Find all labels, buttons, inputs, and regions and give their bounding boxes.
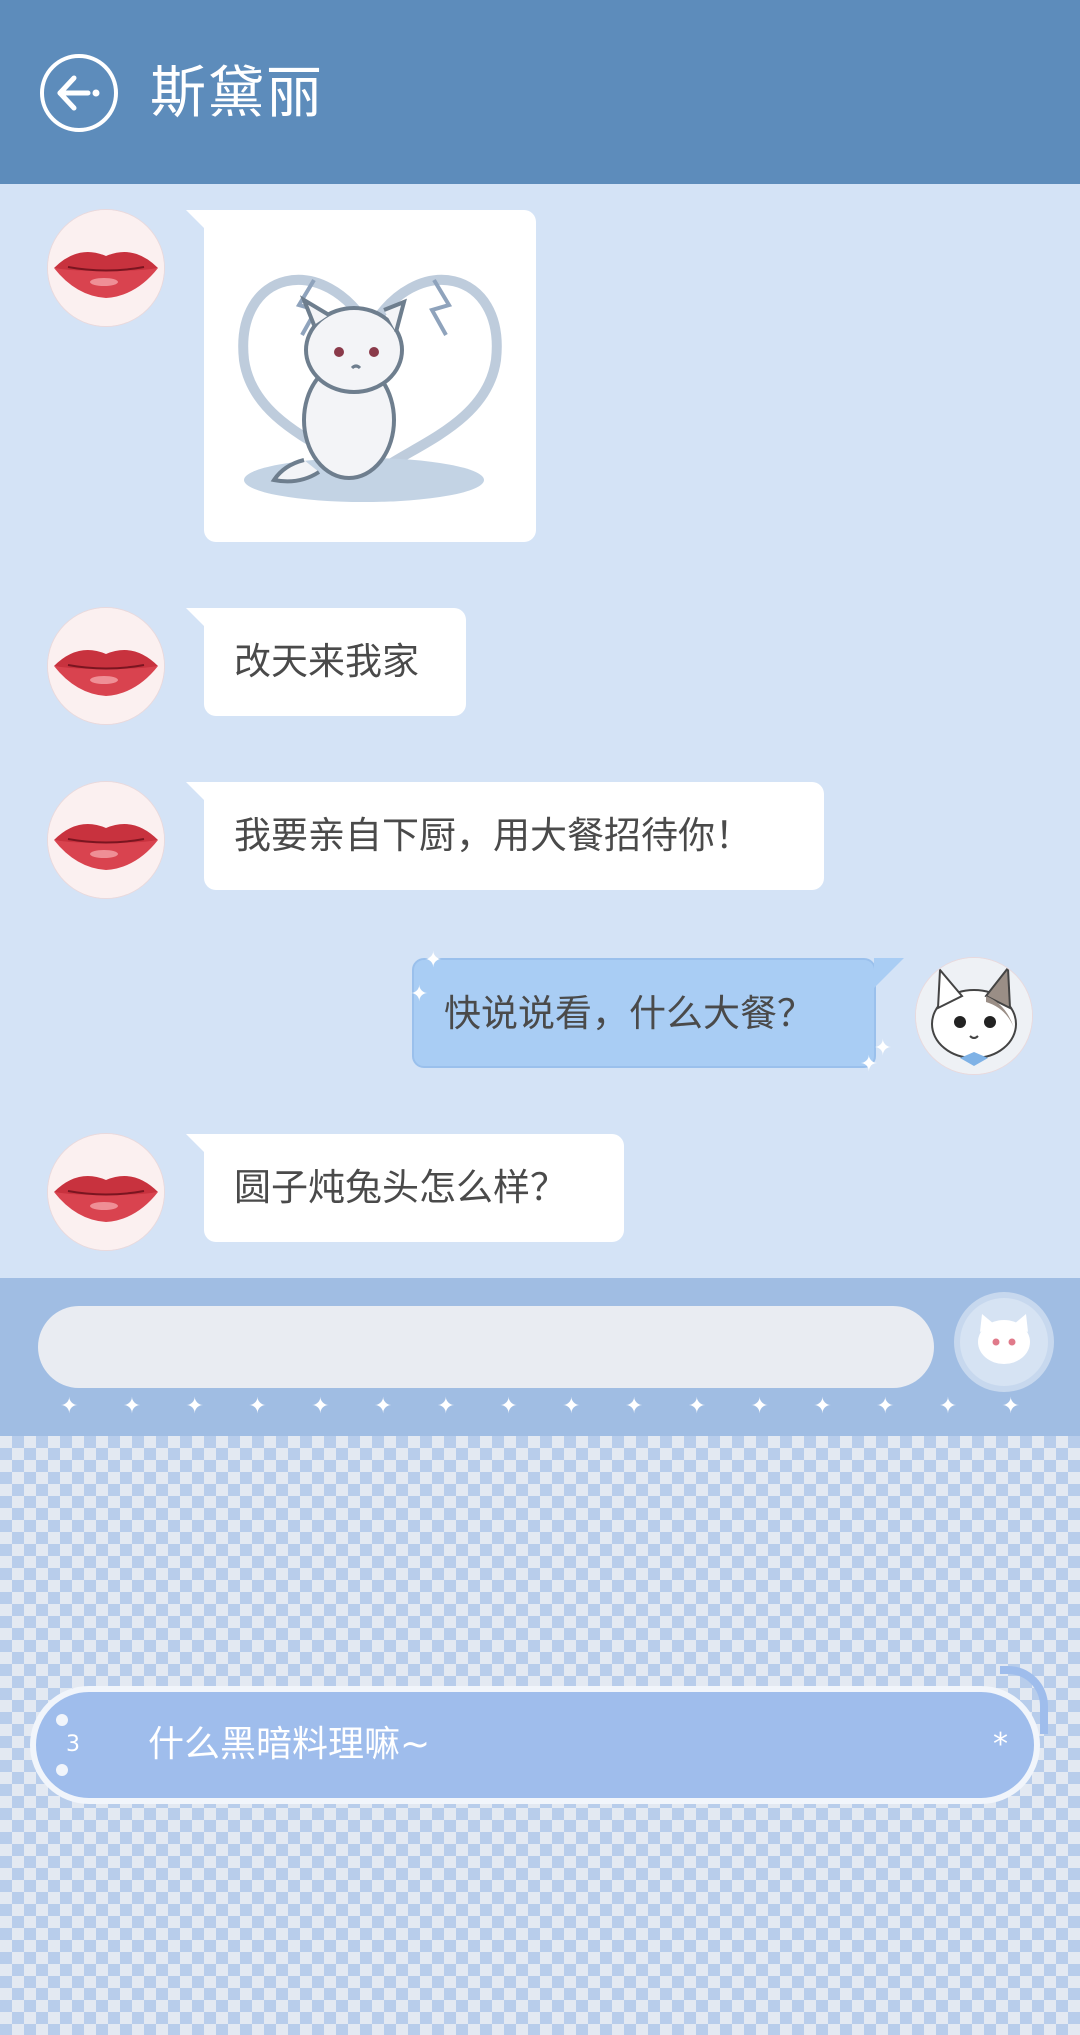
contact-avatar[interactable] (48, 608, 164, 724)
chat-title: 斯黛丽 (150, 61, 324, 126)
message-text: 圆子炖兔头怎么样？ (234, 1166, 567, 1209)
message-bubble[interactable]: 圆子炖兔头怎么样？ (204, 1134, 624, 1242)
sparkle-icon: ✦ (859, 1052, 878, 1077)
tail-decoration (1000, 1666, 1048, 1734)
message-text: 快说说看，什么大餐？ (444, 992, 814, 1035)
input-bar: ✦ ✦ ✦ ✦ ✦ ✦ ✦ ✦ ✦ ✦ ✦ ✦ ✦ ✦ ✦ ✦ (0, 1278, 1080, 1436)
reply-option[interactable]: 3 什么黑暗料理嘛~ * (30, 1666, 1048, 1804)
reply-panel: 3 什么黑暗料理嘛~ * (0, 1436, 1080, 2035)
contact-avatar[interactable] (48, 210, 164, 326)
contact-avatar[interactable] (48, 1134, 164, 1250)
message-text: 改天来我家 (234, 640, 419, 683)
reply-index: 3 (66, 1732, 80, 1757)
my-avatar[interactable] (916, 958, 1032, 1074)
message-list[interactable]: 改天来我家 我要亲自下厨，用大餐招待你！ 快说说看，什么大餐？ ✦ ✦ ✦ ✦ (0, 184, 1080, 1278)
sparkle-icon: ✦ (424, 948, 443, 973)
crying-cat-sticker (238, 274, 502, 502)
back-arrow-icon[interactable] (40, 54, 118, 132)
message-text: 我要亲自下厨，用大餐招待你！ (234, 814, 752, 857)
message-bubble[interactable]: 改天来我家 (204, 608, 466, 716)
my-message-bubble[interactable]: 快说说看，什么大餐？ ✦ ✦ ✦ ✦ (410, 948, 892, 1077)
chat-header: 斯黛丽 (0, 0, 1080, 184)
cat-face-icon[interactable] (954, 1292, 1054, 1392)
contact-avatar[interactable] (48, 782, 164, 898)
sparkle-icon: ✦ (410, 982, 429, 1007)
star-decoration: ✦ ✦ ✦ ✦ ✦ ✦ ✦ ✦ ✦ ✦ ✦ ✦ ✦ ✦ ✦ ✦ (60, 1394, 1020, 1419)
message-input[interactable] (38, 1306, 934, 1388)
message-bubble[interactable]: 我要亲自下厨，用大餐招待你！ (204, 782, 824, 890)
sticker-bubble[interactable] (204, 210, 536, 542)
reply-text: 什么黑暗料理嘛~ (148, 1724, 431, 1765)
